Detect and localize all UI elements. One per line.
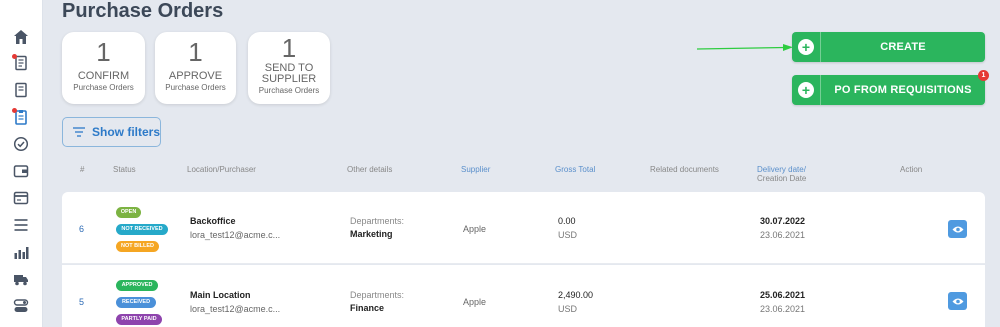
create-label: CREATE [880,41,926,53]
departments-label: Departments: [350,290,405,300]
stat-count: 1 [281,33,297,63]
currency: USD [558,304,578,314]
status-badge: PARTLY PAID [116,314,162,325]
location-name: Main Location [190,290,251,300]
notification-dot [12,54,17,59]
check-circle-icon[interactable] [12,135,30,153]
currency: USD [558,230,578,240]
stat-sub: Purchase Orders [73,83,134,92]
plus-icon: + [792,75,821,105]
location-cell: Backoffice lora_test12@acme.c... [190,216,280,240]
sidebar [0,0,43,327]
status-pills: APPROVED RECEIVED PARTLY PAID [116,280,168,327]
delivery-date-label: Delivery date/ [757,165,806,174]
status-badge: APPROVED [116,280,158,291]
column-header-other-details: Other details [347,165,393,174]
bar-chart-icon[interactable] [12,243,30,261]
status-badge: NOT BILLED [116,241,159,252]
clipboard-icon[interactable] [12,108,30,126]
delivery-date: 30.07.2022 [760,216,806,226]
status-badge: RECEIVED [116,297,156,308]
toggle-icon[interactable] [12,297,30,315]
stat-card-confirm[interactable]: 1 CONFIRM Purchase Orders [62,32,145,104]
card-icon[interactable] [12,189,30,207]
status-badge: OPEN [116,207,141,218]
dates-cell: 25.06.2021 23.06.2021 [760,290,805,314]
show-filters-button[interactable]: Show filters [62,117,161,147]
row-number[interactable]: 5 [79,297,84,307]
departments-value: Finance [350,303,385,313]
po-from-requisitions-button[interactable]: + PO FROM REQUISITIONS 1 [792,70,989,105]
column-header-status: Status [113,165,136,174]
table-row[interactable]: 6 OPEN NOT RECEIVED NOT BILLED Backoffic… [62,192,985,264]
gross-amount: 0.00 [558,216,576,226]
status-pills: OPEN NOT RECEIVED NOT BILLED [116,207,168,258]
wallet-icon[interactable] [12,162,30,180]
location-cell: Main Location lora_test12@acme.c... [190,290,280,314]
create-button[interactable]: + CREATE [792,32,985,62]
document-icon[interactable] [12,54,30,72]
departments-value: Marketing [350,229,393,239]
column-header-location: Location/Purchaser [187,165,256,174]
po-label: PO FROM REQUISITIONS [834,84,972,96]
stat-count: 1 [188,37,203,67]
notification-badge: 1 [978,70,989,81]
creation-date: 23.06.2021 [760,230,806,240]
purchaser-email: lora_test12@acme.c... [190,230,281,240]
gross-total-cell: 0.00 USD [558,216,577,240]
supplier-name: Apple [463,297,487,307]
eye-icon [952,226,963,232]
location-name: Backoffice [190,216,236,226]
truck-icon[interactable] [12,270,30,288]
stat-card-approve[interactable]: 1 APPROVE Purchase Orders [155,32,236,104]
status-badge: NOT RECEIVED [116,224,168,235]
document-icon[interactable] [12,81,30,99]
table-row[interactable]: 5 APPROVED RECEIVED PARTLY PAID Main Loc… [62,265,985,327]
gross-total-cell: 2,490.00 USD [558,290,593,314]
column-header-gross-total[interactable]: Gross Total [555,165,595,174]
dates-cell: 30.07.2022 23.06.2021 [760,216,805,240]
stat-sub: Purchase Orders [165,83,226,92]
column-header-related-documents: Related documents [650,165,719,174]
other-details-cell: Departments: Marketing [350,216,404,239]
creation-date-label: Creation Date [757,174,807,183]
plus-icon: + [792,32,821,62]
arrow-annotation [697,44,793,51]
column-header-number: # [80,165,85,174]
other-details-cell: Departments: Finance [350,290,404,313]
purchaser-email: lora_test12@acme.c... [190,304,281,314]
view-button[interactable] [948,292,967,310]
page-title: Purchase Orders [62,0,224,22]
stat-label: SEND TO SUPPLIER [261,62,317,85]
row-number[interactable]: 6 [79,224,84,234]
supplier-name: Apple [463,224,487,234]
column-header-supplier[interactable]: Supplier [461,165,490,174]
home-icon[interactable] [12,28,30,46]
stat-card-send-to-supplier[interactable]: 1 SEND TO SUPPLIER Purchase Orders [248,32,330,104]
column-header-action: Action [900,165,923,174]
notification-dot [12,108,17,113]
stat-label: CONFIRM [77,70,130,82]
stat-count: 1 [96,37,111,67]
filter-icon [73,127,85,137]
menu-icon[interactable] [12,216,30,234]
creation-date: 23.06.2021 [760,304,806,314]
departments-label: Departments: [350,216,405,226]
column-header-delivery-date[interactable]: Delivery date/ Creation Date [757,165,806,183]
stat-sub: Purchase Orders [258,86,320,95]
eye-icon [952,298,963,304]
stat-label: APPROVE [168,70,223,82]
show-filters-label: Show filters [92,125,161,139]
delivery-date: 25.06.2021 [760,290,806,300]
gross-amount: 2,490.00 [558,290,594,300]
view-button[interactable] [948,220,967,238]
